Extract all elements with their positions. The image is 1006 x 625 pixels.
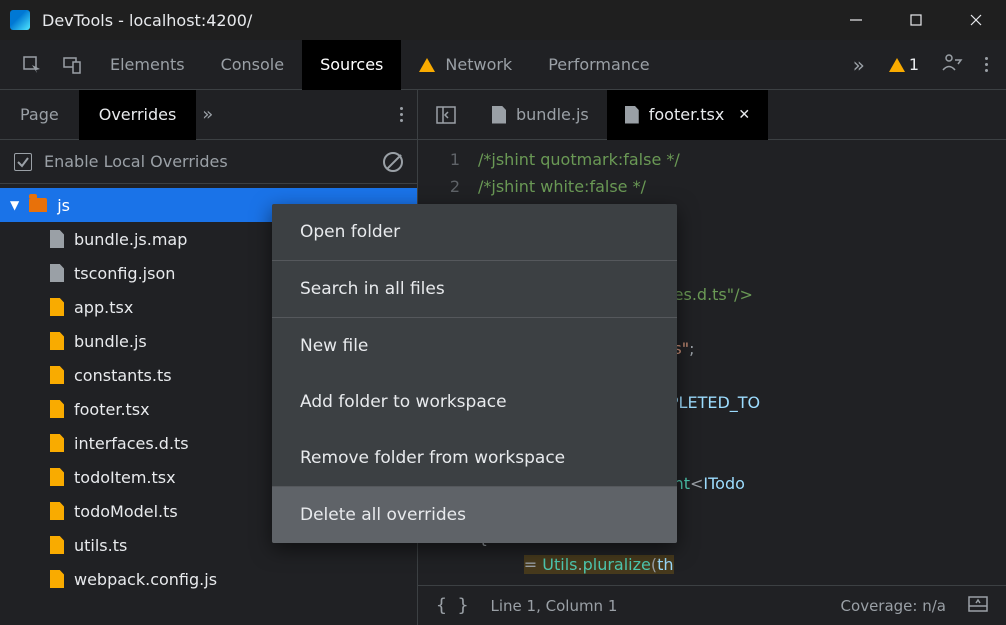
subtab-overrides[interactable]: Overrides [79, 90, 197, 140]
kebab-menu-icon[interactable] [985, 57, 988, 72]
context-menu: Open folder Search in all files New file… [272, 204, 677, 543]
clear-icon[interactable] [383, 152, 403, 172]
warnings-badge[interactable]: 1 [889, 55, 919, 74]
file-icon [50, 230, 64, 248]
file-icon [50, 332, 64, 350]
cm-open-folder[interactable]: Open folder [272, 204, 677, 260]
coverage-status: Coverage: n/a [841, 597, 946, 615]
navigator-menu-icon[interactable] [400, 107, 403, 122]
cm-add-folder-ws[interactable]: Add folder to workspace [272, 374, 677, 430]
inspect-icon[interactable] [12, 55, 52, 75]
chevron-down-icon: ▼ [10, 198, 19, 212]
enable-overrides-row: Enable Local Overrides [0, 140, 417, 184]
minimize-button[interactable] [826, 0, 886, 40]
enable-overrides-checkbox[interactable] [14, 153, 32, 171]
cm-delete-overrides[interactable]: Delete all overrides [272, 487, 677, 543]
file-icon [50, 502, 64, 520]
warning-icon [419, 58, 435, 72]
editor-tab-footer[interactable]: footer.tsx ✕ [607, 90, 768, 140]
sidebar-toggle-icon[interactable] [968, 596, 988, 616]
close-button[interactable] [946, 0, 1006, 40]
devtools-logo-icon [10, 10, 30, 30]
tab-console[interactable]: Console [203, 40, 303, 90]
device-toggle-icon[interactable] [52, 55, 92, 75]
tab-sources[interactable]: Sources [302, 40, 401, 90]
devtools-tabbar: Elements Console Sources Network Perform… [0, 40, 1006, 90]
close-tab-icon[interactable]: ✕ [738, 107, 750, 123]
tab-network-label: Network [445, 55, 512, 74]
file-icon [50, 468, 64, 486]
cm-search-files[interactable]: Search in all files [272, 261, 677, 317]
tab-network[interactable]: Network [401, 40, 530, 90]
tab-elements[interactable]: Elements [92, 40, 203, 90]
settings-person-icon[interactable] [941, 52, 963, 78]
file-icon [50, 570, 64, 588]
file-icon [492, 106, 506, 124]
file-icon [50, 366, 64, 384]
navigator-tabs: Page Overrides » [0, 90, 417, 140]
file-item[interactable]: webpack.config.js [0, 562, 417, 596]
file-icon [50, 264, 64, 282]
folder-label: js [57, 196, 70, 215]
file-icon [50, 536, 64, 554]
cursor-position: Line 1, Column 1 [491, 597, 618, 615]
tabs-overflow-icon[interactable]: » [853, 53, 865, 77]
subtab-page[interactable]: Page [0, 90, 79, 140]
warning-icon [889, 58, 905, 72]
cm-new-file[interactable]: New file [272, 318, 677, 374]
subtabs-overflow-icon[interactable]: » [202, 104, 213, 125]
pretty-print-icon[interactable]: { } [436, 595, 469, 616]
warn-count: 1 [909, 55, 919, 74]
editor-tab-bundle[interactable]: bundle.js [474, 90, 607, 140]
editor-tabbar: bundle.js footer.tsx ✕ [418, 90, 1006, 140]
tab-performance[interactable]: Performance [530, 40, 667, 90]
file-icon [625, 106, 639, 124]
file-icon [50, 298, 64, 316]
editor-statusbar: { } Line 1, Column 1 Coverage: n/a [418, 585, 1006, 625]
folder-icon [29, 198, 47, 212]
enable-overrides-label: Enable Local Overrides [44, 152, 228, 171]
cm-remove-folder-ws[interactable]: Remove folder from workspace [272, 430, 677, 486]
maximize-button[interactable] [886, 0, 946, 40]
titlebar: DevTools - localhost:4200/ [0, 0, 1006, 40]
window-controls [826, 0, 1006, 40]
file-icon [50, 434, 64, 452]
file-icon [50, 400, 64, 418]
window-title: DevTools - localhost:4200/ [42, 11, 252, 30]
toggle-navigator-icon[interactable] [418, 106, 474, 124]
